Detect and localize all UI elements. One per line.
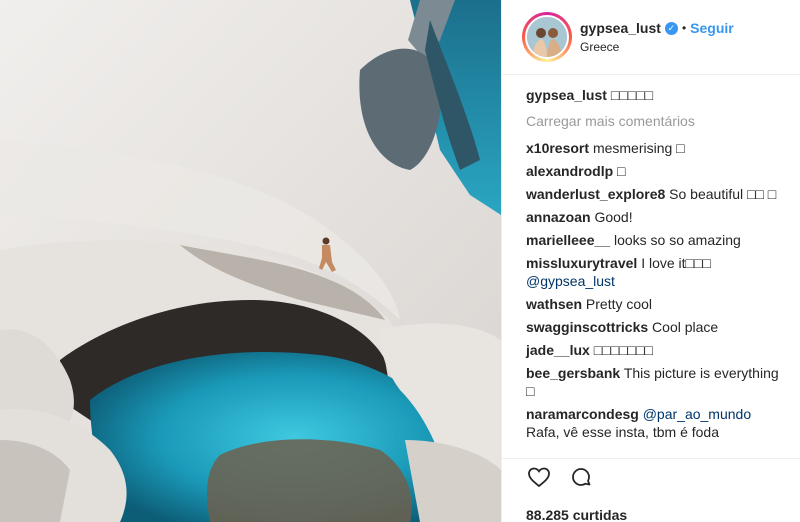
comment-item: annazoan Good! <box>526 208 783 226</box>
comment-button[interactable] <box>568 464 594 490</box>
post-footer: 88.285 curtidas <box>502 458 800 522</box>
comment-text: Pretty cool <box>585 296 653 312</box>
comment-text: □□□□□□□ <box>593 342 653 358</box>
caption-text: □□□□□ <box>610 87 654 103</box>
load-more-comments-button[interactable]: Carregar mais comentários <box>526 112 783 130</box>
photo-illustration <box>0 0 501 522</box>
comment-container: x10resort mesmerising □ alexandrodlp □ wan… <box>526 139 783 441</box>
comment-text: So beautiful □□ □ <box>669 186 777 202</box>
comment-item: alexandrodlp □ <box>526 162 783 180</box>
comment-item: swagginscottricks Cool place <box>526 318 783 336</box>
comment-author[interactable]: naramarcondesg <box>526 406 639 422</box>
avatar-photo-icon <box>527 17 567 57</box>
comment-author[interactable]: wanderlust_explore8 <box>526 186 665 202</box>
comment-item: bee_gersbank This picture is everything … <box>526 364 783 400</box>
heart-icon <box>528 467 550 488</box>
comments-list[interactable]: gypsea_lust □□□□□ Carregar mais comentár… <box>502 86 800 458</box>
header-text: gypsea_lust ✓ • Seguir Greece <box>580 20 734 54</box>
comment-mention-link[interactable]: @gypsea_lust <box>526 273 615 289</box>
comment-text: □ <box>617 163 626 179</box>
action-bar <box>526 459 777 495</box>
location-link[interactable]: Greece <box>580 40 734 54</box>
username-link[interactable]: gypsea_lust <box>580 20 661 37</box>
comment-author[interactable]: x10resort <box>526 140 589 156</box>
comment-author[interactable]: wathsen <box>526 296 582 312</box>
comment-text: Cool place <box>652 319 719 335</box>
comment-item: x10resort mesmerising □ <box>526 139 783 157</box>
comment-item: marielleee__ looks so so amazing <box>526 231 783 249</box>
verified-badge-icon: ✓ <box>664 21 678 35</box>
avatar[interactable] <box>525 15 569 59</box>
comment-text: Good! <box>594 209 633 225</box>
separator-dot: • <box>681 21 687 36</box>
comment-text-continued: Rafa, vê esse insta, tbm é foda <box>526 424 719 440</box>
comment-mention-link[interactable]: @par_ao_mundo <box>643 406 751 422</box>
caption: gypsea_lust □□□□□ <box>526 86 783 104</box>
comment-author[interactable]: swagginscottricks <box>526 319 648 335</box>
comment-author[interactable]: bee_gersbank <box>526 365 620 381</box>
likes-count[interactable]: 88.285 curtidas <box>526 507 777 522</box>
comment-item: naramarcondesg @par_ao_mundo Rafa, vê es… <box>526 405 783 441</box>
comment-author[interactable]: missluxurytravel <box>526 255 637 271</box>
comment-text: looks so so amazing <box>613 232 741 248</box>
comment-author[interactable]: annazoan <box>526 209 591 225</box>
comment-text: I love it□□□ <box>641 255 711 271</box>
like-button[interactable] <box>526 464 552 490</box>
post-photo[interactable] <box>0 0 501 522</box>
instagram-post: gypsea_lust ✓ • Seguir Greece gypsea_lus… <box>0 0 800 522</box>
caption-author[interactable]: gypsea_lust <box>526 87 607 103</box>
follow-button[interactable]: Seguir <box>690 20 734 37</box>
post-header: gypsea_lust ✓ • Seguir Greece <box>502 0 800 75</box>
comment-item: missluxurytravel I love it□□□ @gypsea_lu… <box>526 254 783 290</box>
story-ring[interactable] <box>522 12 572 62</box>
comment-item: wanderlust_explore8 So beautiful □□ □ <box>526 185 783 203</box>
comment-author[interactable]: jade__lux <box>526 342 590 358</box>
post-sidebar: gypsea_lust ✓ • Seguir Greece gypsea_lus… <box>501 0 800 522</box>
comment-icon <box>572 468 591 486</box>
comment-author[interactable]: alexandrodlp <box>526 163 613 179</box>
header-line: gypsea_lust ✓ • Seguir <box>580 20 734 37</box>
comment-text: mesmerising □ <box>592 140 685 156</box>
comment-item: wathsen Pretty cool <box>526 295 783 313</box>
comment-author[interactable]: marielleee__ <box>526 232 610 248</box>
comment-item: jade__lux □□□□□□□ <box>526 341 783 359</box>
